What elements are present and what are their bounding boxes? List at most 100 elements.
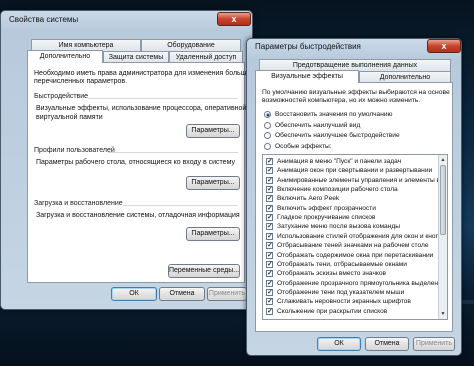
- effect-label: Включение композиции рабочего стола: [277, 186, 398, 194]
- effect-checkbox-row[interactable]: ✓ Отображать эскизы вместо значков: [266, 270, 438, 278]
- effect-label: Анимированные элементы управления и элем…: [277, 176, 438, 184]
- radio-option[interactable]: Особые эффекты:: [264, 142, 450, 151]
- effect-checkbox-row[interactable]: ✓ Включить эффект прозрачности: [266, 204, 438, 213]
- checkbox[interactable]: ✓: [266, 251, 273, 259]
- profiles-group-line: [108, 152, 238, 153]
- effect-label: Отображать эскизы вместо значков: [277, 270, 387, 278]
- visual-effects-panel: По умолчанию визуальные эффекты выбирают…: [255, 82, 453, 332]
- effect-label: Анимация окон при свертывании и разверты…: [277, 167, 433, 175]
- perf-desc-2: виртуальной памяти: [36, 114, 103, 121]
- checkbox[interactable]: ✓: [266, 223, 273, 231]
- effect-label: Включить Aero Peek: [277, 195, 340, 203]
- cancel-button[interactable]: Отмена: [159, 287, 205, 301]
- checkbox[interactable]: ✓: [266, 186, 273, 194]
- window-title: Параметры быстродействия: [255, 42, 361, 51]
- effect-checkbox-row[interactable]: ✓ Анимация в меню "Пуск" и панели задач: [266, 158, 438, 166]
- effect-checkbox-row[interactable]: ✓ Сглаживать неровности экранных шрифтов: [266, 298, 438, 306]
- checkbox[interactable]: ✓: [266, 260, 273, 268]
- system-properties-window: Свойства системы x Имя компьютера Оборуд…: [0, 10, 268, 310]
- perf-group-line: [88, 98, 238, 99]
- profiles-group-title: Профили пользователей: [34, 147, 115, 154]
- effect-checkbox-row[interactable]: ✓ Отображать тени, отбрасываемые окнами: [266, 260, 438, 269]
- tab-visual-effects[interactable]: Визуальные эффекты: [255, 70, 359, 83]
- effect-checkbox-row[interactable]: ✓ Затухание меню после вызова команды: [266, 223, 438, 231]
- tab-hardware[interactable]: Оборудование: [141, 39, 241, 51]
- environment-variables-button[interactable]: Переменные среды...: [168, 264, 240, 278]
- performance-options-window: Параметры быстродействия x Предотвращени…: [246, 38, 462, 356]
- effect-label: Анимация в меню "Пуск" и панели задач: [277, 158, 402, 165]
- effect-label: Сглаживать неровности экранных шрифтов: [277, 298, 411, 306]
- effects-listbox[interactable]: ✓ Анимация в меню "Пуск" и панели задач ✓ А…: [262, 154, 448, 320]
- scroll-thumb[interactable]: [440, 165, 446, 235]
- radio-group: Восстановить значения по умолчанию Обеспе…: [264, 111, 450, 155]
- radio-button[interactable]: [264, 142, 271, 150]
- checkbox[interactable]: ✓: [266, 288, 273, 296]
- effect-checkbox-row[interactable]: ✓ Отображение тени под указателем мыши: [266, 288, 438, 297]
- intro-line-2: перечисленных параметров.: [34, 78, 128, 85]
- radio-label: Особые эффекты:: [275, 142, 332, 150]
- effect-checkbox-row[interactable]: ✓ Включение композиции рабочего стола: [266, 186, 438, 194]
- startup-group-title: Загрузка и восстановление: [34, 200, 123, 207]
- startup-desc: Загрузка и восстановление системы, отлад…: [36, 212, 240, 219]
- effect-checkbox-row[interactable]: ✓ Анимированные элементы управления и эле…: [266, 176, 438, 185]
- checkbox[interactable]: ✓: [266, 176, 273, 184]
- advanced-panel: Необходимо иметь права администратора дл…: [27, 62, 268, 283]
- intro-line-2: возможностей компьютера, но их можно изм…: [262, 97, 421, 104]
- checkbox[interactable]: ✓: [266, 307, 273, 315]
- effect-label: Отбрасывание теней значками на рабочем с…: [277, 242, 429, 250]
- checkbox[interactable]: ✓: [266, 270, 273, 278]
- perf-settings-button[interactable]: Параметры...: [186, 124, 240, 138]
- startup-group-line: [123, 205, 238, 206]
- effects-list: ✓ Анимация в меню "Пуск" и панели задач ✓ А…: [266, 158, 438, 318]
- effect-label: Скольжение при раскрытии списков: [277, 307, 388, 315]
- checkbox[interactable]: ✓: [266, 167, 273, 175]
- effect-checkbox-row[interactable]: ✓ Анимация окон при свертывании и разверт…: [266, 167, 438, 175]
- checkbox[interactable]: ✓: [266, 242, 273, 250]
- checkbox[interactable]: ✓: [266, 204, 273, 212]
- window-title: Свойства системы: [9, 15, 79, 24]
- perf-group-title: Быстродействие: [34, 93, 89, 100]
- effect-checkbox-row[interactable]: ✓ Гладкое прокручивание списков: [266, 214, 438, 222]
- apply-button[interactable]: Применить: [207, 287, 247, 301]
- startup-settings-button[interactable]: Параметры...: [186, 227, 240, 241]
- radio-label: Обеспечить наилучшее быстродействие: [275, 132, 400, 139]
- profiles-settings-button[interactable]: Параметры...: [186, 176, 240, 190]
- radio-option[interactable]: Обеспечить наилучшее быстродействие: [264, 132, 450, 140]
- effect-label: Отображать тени, отбрасываемые окнами: [277, 260, 407, 268]
- effect-label: Отображать содержимое окна при перетаски…: [277, 251, 434, 259]
- effect-checkbox-row[interactable]: ✓ Отбрасывание теней значками на рабочем …: [266, 242, 438, 250]
- effects-scrollbar[interactable]: ▲ ▼: [438, 155, 447, 319]
- radio-button[interactable]: [264, 121, 271, 129]
- effect-checkbox-row[interactable]: ✓ Скольжение при раскрытии списков: [266, 307, 438, 316]
- checkbox[interactable]: ✓: [266, 195, 273, 203]
- effect-label: Отображение тени под указателем мыши: [277, 288, 405, 296]
- cancel-button[interactable]: Отмена: [365, 337, 409, 351]
- apply-button[interactable]: Применить: [413, 337, 455, 351]
- radio-label: Обеспечить наилучший вид: [275, 121, 361, 129]
- checkbox[interactable]: ✓: [266, 298, 273, 306]
- effect-label: Включить эффект прозрачности: [277, 204, 376, 212]
- checkbox[interactable]: ✓: [266, 158, 273, 165]
- checkbox[interactable]: ✓: [266, 279, 273, 287]
- checkbox[interactable]: ✓: [266, 232, 273, 240]
- radio-button[interactable]: [264, 132, 271, 139]
- effect-checkbox-row[interactable]: ✓ Включить Aero Peek: [266, 195, 438, 203]
- close-button[interactable]: x: [427, 39, 461, 53]
- effect-checkbox-row[interactable]: ✓ Использование стилей отображения для ок…: [266, 232, 438, 241]
- effect-label: Отображение прозрачного прямоугольника в…: [277, 279, 438, 287]
- scroll-up-icon[interactable]: ▲: [439, 156, 447, 164]
- checkbox[interactable]: ✓: [266, 214, 273, 222]
- tab-advanced[interactable]: Дополнительно: [27, 50, 103, 63]
- close-button[interactable]: x: [217, 12, 251, 26]
- radio-button[interactable]: [264, 111, 271, 118]
- scroll-down-icon[interactable]: ▼: [439, 310, 447, 318]
- ok-button[interactable]: ОК: [317, 337, 361, 351]
- effect-label: Использование стилей отображения для око…: [277, 232, 438, 240]
- perf-desc-1: Визуальные эффекты, использование процес…: [36, 105, 253, 112]
- effect-label: Гладкое прокручивание списков: [277, 214, 376, 222]
- effect-checkbox-row[interactable]: ✓ Отображение прозрачного прямоугольника …: [266, 279, 438, 288]
- radio-option[interactable]: Обеспечить наилучший вид: [264, 121, 450, 130]
- radio-option[interactable]: Восстановить значения по умолчанию: [264, 111, 450, 119]
- effect-checkbox-row[interactable]: ✓ Отображать содержимое окна при перетаск…: [266, 251, 438, 260]
- ok-button[interactable]: ОК: [111, 287, 157, 301]
